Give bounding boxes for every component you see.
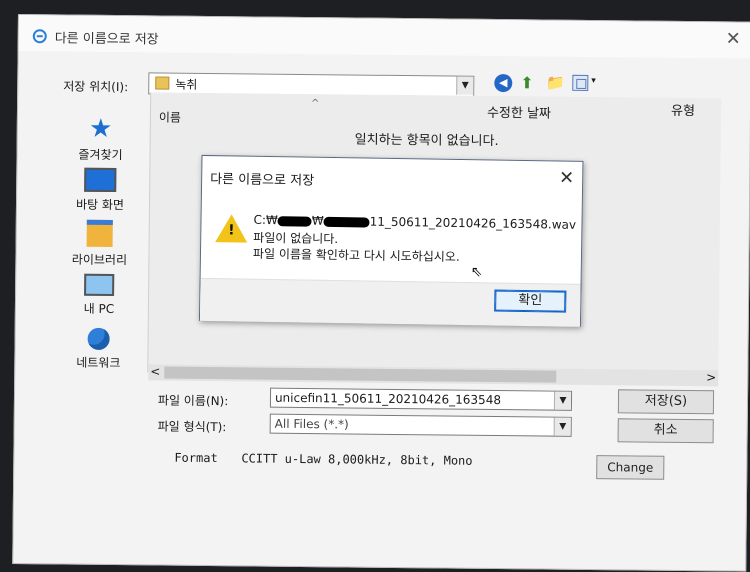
message-box-footer: 확인 xyxy=(199,277,581,327)
mouse-cursor-icon: ⇖ xyxy=(470,264,483,281)
window-title: 다른 이름으로 저장 xyxy=(54,31,159,48)
place-this-pc[interactable]: 내 PC xyxy=(44,273,154,317)
column-header-modified[interactable]: 수정한 날짜 xyxy=(487,102,551,122)
redaction-mark xyxy=(323,216,370,228)
place-label: 내 PC xyxy=(83,301,115,317)
place-network[interactable]: 네트워크 xyxy=(43,327,153,371)
view-menu-icon[interactable] xyxy=(572,74,589,91)
chevron-down-icon[interactable]: ▼ xyxy=(553,417,571,436)
filetype-select[interactable]: All Files (*.*) ▼ xyxy=(269,413,572,437)
place-label: 라이브러리 xyxy=(71,252,128,268)
save-as-dialog: 다른 이름으로 저장 ✕ 저장 위치(I): 녹취 ▼ ◀ ⬆ 📁 ▾ ★ 즐겨… xyxy=(12,14,750,572)
empty-list-message: 일치하는 항목이 없습니다. xyxy=(354,132,499,150)
cancel-button[interactable]: 취소 xyxy=(617,418,714,444)
close-icon[interactable]: ✕ xyxy=(559,168,574,189)
filename-label: 파일 이름(N): xyxy=(157,393,229,409)
library-icon xyxy=(86,219,113,248)
format-value: CCITT u-Law 8,000kHz, 8bit, Mono xyxy=(241,451,473,468)
folder-icon xyxy=(155,76,170,90)
save-location-label: 저장 위치(I): xyxy=(63,79,129,95)
place-label: 즐겨찾기 xyxy=(78,147,123,163)
column-header-type[interactable]: 유형 xyxy=(671,100,695,119)
back-arrow-icon[interactable]: ◀ xyxy=(494,73,513,93)
filetype-value: All Files (*.*) xyxy=(274,416,349,432)
pc-icon xyxy=(84,273,115,297)
chevron-down-icon[interactable]: ▼ xyxy=(456,76,474,95)
star-icon: ★ xyxy=(88,113,113,144)
scrollbar-thumb[interactable] xyxy=(164,366,557,383)
message-line-retry: 파일 이름을 확인하고 다시 시도하십시오. xyxy=(252,246,460,264)
path-prefix: C:₩ xyxy=(253,212,278,228)
sort-caret-icon: ^ xyxy=(311,98,320,110)
window-close-icon[interactable]: ✕ xyxy=(726,28,741,49)
format-label: Format xyxy=(174,450,218,466)
chevron-down-icon[interactable]: ▼ xyxy=(553,391,572,410)
warning-exclamation-icon: ! xyxy=(228,222,235,239)
place-label: 바탕 화면 xyxy=(75,197,125,213)
view-menu-caret-icon[interactable]: ▾ xyxy=(591,76,596,86)
desktop-icon xyxy=(84,167,117,193)
filename-value: unicefin11_50611_20210426_163548 xyxy=(274,390,502,408)
message-box-title: 다른 이름으로 저장 xyxy=(210,172,315,189)
path-separator: ₩ xyxy=(311,213,324,228)
horizontal-scrollbar[interactable]: < > xyxy=(148,364,719,387)
save-location-value: 녹취 xyxy=(175,77,198,92)
place-desktop[interactable]: 바탕 화면 xyxy=(45,167,155,213)
change-format-button[interactable]: Change xyxy=(596,455,665,480)
error-message-box: 다른 이름으로 저장 ✕ ! C:₩ ₩11_50611_20210426_163… xyxy=(198,154,584,327)
title-bar: 다른 이름으로 저장 ✕ xyxy=(18,15,750,59)
filename-input[interactable]: unicefin11_50611_20210426_163548 ▼ xyxy=(269,387,573,411)
filetype-label: 파일 형식(T): xyxy=(157,419,227,435)
scroll-right-icon[interactable]: > xyxy=(706,370,716,384)
up-folder-icon[interactable]: ⬆ xyxy=(520,73,534,92)
path-suffix: 11_50611_20210426_163548.wav xyxy=(369,214,577,232)
ok-button[interactable]: 확인 xyxy=(494,289,567,313)
network-icon xyxy=(87,327,110,350)
place-libraries[interactable]: 라이브러리 xyxy=(44,219,154,268)
ie-app-icon xyxy=(32,29,47,44)
new-folder-icon[interactable]: 📁 xyxy=(546,74,565,92)
column-header-name[interactable]: 이름 xyxy=(159,108,181,125)
scroll-left-icon[interactable]: < xyxy=(150,364,160,378)
place-favorites[interactable]: ★ 즐겨찾기 xyxy=(45,113,155,163)
place-label: 네트워크 xyxy=(76,355,121,371)
redaction-mark xyxy=(277,215,312,227)
save-button[interactable]: 저장(S) xyxy=(617,389,715,415)
